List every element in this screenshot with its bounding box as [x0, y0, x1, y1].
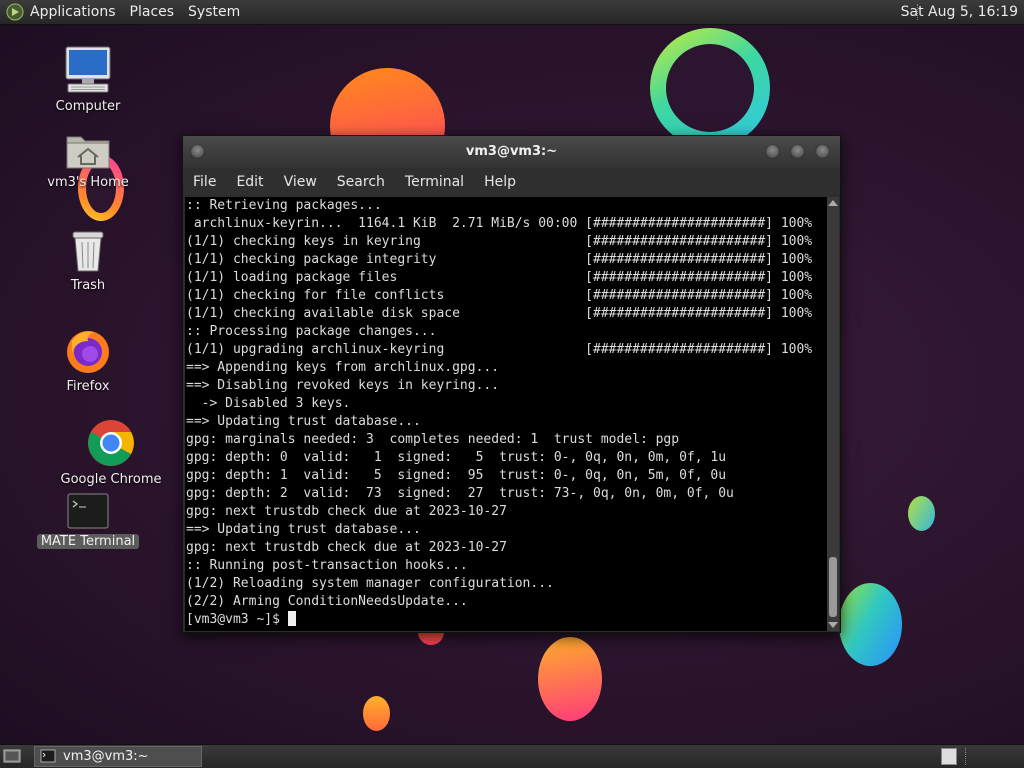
window-menu-button[interactable]	[190, 144, 205, 159]
firefox-icon	[67, 331, 109, 373]
terminal-menubar: File Edit View Search Terminal Help	[183, 168, 840, 195]
terminal-line: (1/1) upgrading archlinux-keyring [#####…	[186, 342, 813, 357]
desktop-icon-computer[interactable]: Computer	[33, 45, 143, 114]
desktop-icon-home[interactable]: vm3's Home	[33, 129, 143, 190]
menu-edit[interactable]: Edit	[236, 174, 263, 190]
desktop-icon-trash[interactable]: Trash	[33, 228, 143, 293]
terminal-line: gpg: next trustdb check due at 2023-10-2…	[186, 540, 507, 555]
terminal-line: (1/1) checking package integrity [######…	[186, 252, 813, 267]
terminal-line: (1/1) loading package files [###########…	[186, 270, 813, 285]
terminal-scrollbar[interactable]	[827, 197, 839, 631]
terminal-line: ==> Updating trust database...	[186, 522, 421, 537]
terminal-line: archlinux-keyrin... 1164.1 KiB 2.71 MiB/…	[193, 216, 813, 231]
top-panel: Applications Places System Sat Aug 5, 16…	[0, 0, 1024, 25]
mate-logo-icon[interactable]	[6, 3, 24, 21]
menu-help[interactable]: Help	[484, 174, 516, 190]
wallpaper-teal-blob	[839, 583, 902, 666]
desktop-icon-label: Firefox	[66, 379, 110, 394]
desktop-icon-label: Computer	[55, 99, 121, 114]
minimize-button[interactable]	[765, 144, 780, 159]
panel-separator	[965, 748, 968, 765]
terminal-icon	[67, 493, 109, 529]
chrome-icon	[88, 420, 134, 466]
terminal-window[interactable]: vm3@vm3:~ File Edit View Search Terminal…	[182, 135, 841, 633]
computer-icon	[65, 46, 111, 93]
wallpaper-large-bottom-blob	[538, 637, 602, 721]
system-menu[interactable]: System	[188, 4, 240, 20]
wallpaper-green-ring	[650, 28, 770, 148]
terminal-line: :: Retrieving packages...	[186, 198, 382, 213]
terminal-line: gpg: depth: 2 valid: 73 signed: 27 trust…	[186, 486, 734, 501]
show-desktop-icon[interactable]	[3, 748, 21, 764]
taskbar-item-terminal[interactable]: vm3@vm3:~	[34, 746, 202, 767]
desktop-icon-label: MATE Terminal	[36, 534, 140, 549]
places-menu[interactable]: Places	[130, 4, 175, 20]
desktop-icon-label: vm3's Home	[47, 175, 129, 190]
menu-view[interactable]: View	[284, 174, 317, 190]
terminal-line: ==> Disabling revoked keys in keyring...	[186, 378, 500, 393]
menu-terminal[interactable]: Terminal	[405, 174, 464, 190]
terminal-line: gpg: depth: 0 valid: 1 signed: 5 trust: …	[186, 450, 727, 465]
trash-icon	[72, 231, 104, 272]
clock[interactable]: Sat Aug 5, 16:19	[901, 4, 1018, 20]
desktop-icon-label: Trash	[70, 278, 106, 293]
terminal-line: (1/1) checking keys in keyring [########…	[186, 234, 813, 249]
terminal-line: gpg: next trustdb check due at 2023-10-2…	[186, 504, 507, 519]
terminal-cursor	[287, 611, 296, 626]
terminal-icon	[40, 749, 56, 763]
terminal-line: ==> Appending keys from archlinux.gpg...	[186, 360, 500, 375]
desktop-icon-chrome[interactable]: Google Chrome	[56, 418, 166, 487]
desktop-icon-label: Google Chrome	[60, 472, 162, 487]
terminal-output[interactable]: :: Retrieving packages... archlinux-keyr…	[185, 197, 828, 631]
terminal-line: :: Running post-transaction hooks...	[186, 558, 468, 573]
terminal-line: :: Processing package changes...	[186, 324, 437, 339]
applications-menu[interactable]: Applications	[30, 4, 116, 20]
close-button[interactable]	[815, 144, 830, 159]
terminal-line: -> Disabled 3 keys.	[201, 396, 351, 411]
menu-file[interactable]: File	[193, 174, 216, 190]
window-title: vm3@vm3:~	[465, 144, 558, 159]
home-folder-icon	[66, 136, 110, 169]
scrollbar-thumb[interactable]	[829, 557, 837, 617]
maximize-button[interactable]	[790, 144, 805, 159]
terminal-line: ==> Updating trust database...	[186, 414, 421, 429]
workspace-switcher[interactable]	[941, 748, 957, 765]
terminal-line: (1/1) checking for file conflicts [#####…	[186, 288, 813, 303]
terminal-text: :: Retrieving packages... archlinux-keyr…	[185, 197, 828, 629]
wallpaper-tiny-blob	[363, 696, 390, 731]
terminal-line: gpg: marginals needed: 3 completes neede…	[186, 432, 680, 447]
bottom-panel: vm3@vm3:~	[0, 744, 1024, 768]
terminal-line: (1/1) checking available disk space [###…	[186, 306, 813, 321]
wallpaper-small-teal-blob	[908, 496, 935, 531]
menu-search[interactable]: Search	[337, 174, 385, 190]
scroll-up-arrow-icon[interactable]	[828, 200, 838, 206]
scroll-down-arrow-icon[interactable]	[828, 622, 838, 628]
window-titlebar[interactable]: vm3@vm3:~	[183, 136, 840, 168]
terminal-line: gpg: depth: 1 valid: 5 signed: 95 trust:…	[186, 468, 727, 483]
desktop-icon-mate-terminal[interactable]: MATE Terminal	[33, 492, 143, 549]
desktop-icon-firefox[interactable]: Firefox	[33, 327, 143, 394]
terminal-line: (1/2) Reloading system manager configura…	[186, 576, 554, 591]
terminal-line: (2/2) Arming ConditionNeedsUpdate...	[186, 594, 468, 609]
shell-prompt: [vm3@vm3 ~]$	[186, 612, 288, 627]
taskbar-item-label: vm3@vm3:~	[63, 749, 149, 764]
